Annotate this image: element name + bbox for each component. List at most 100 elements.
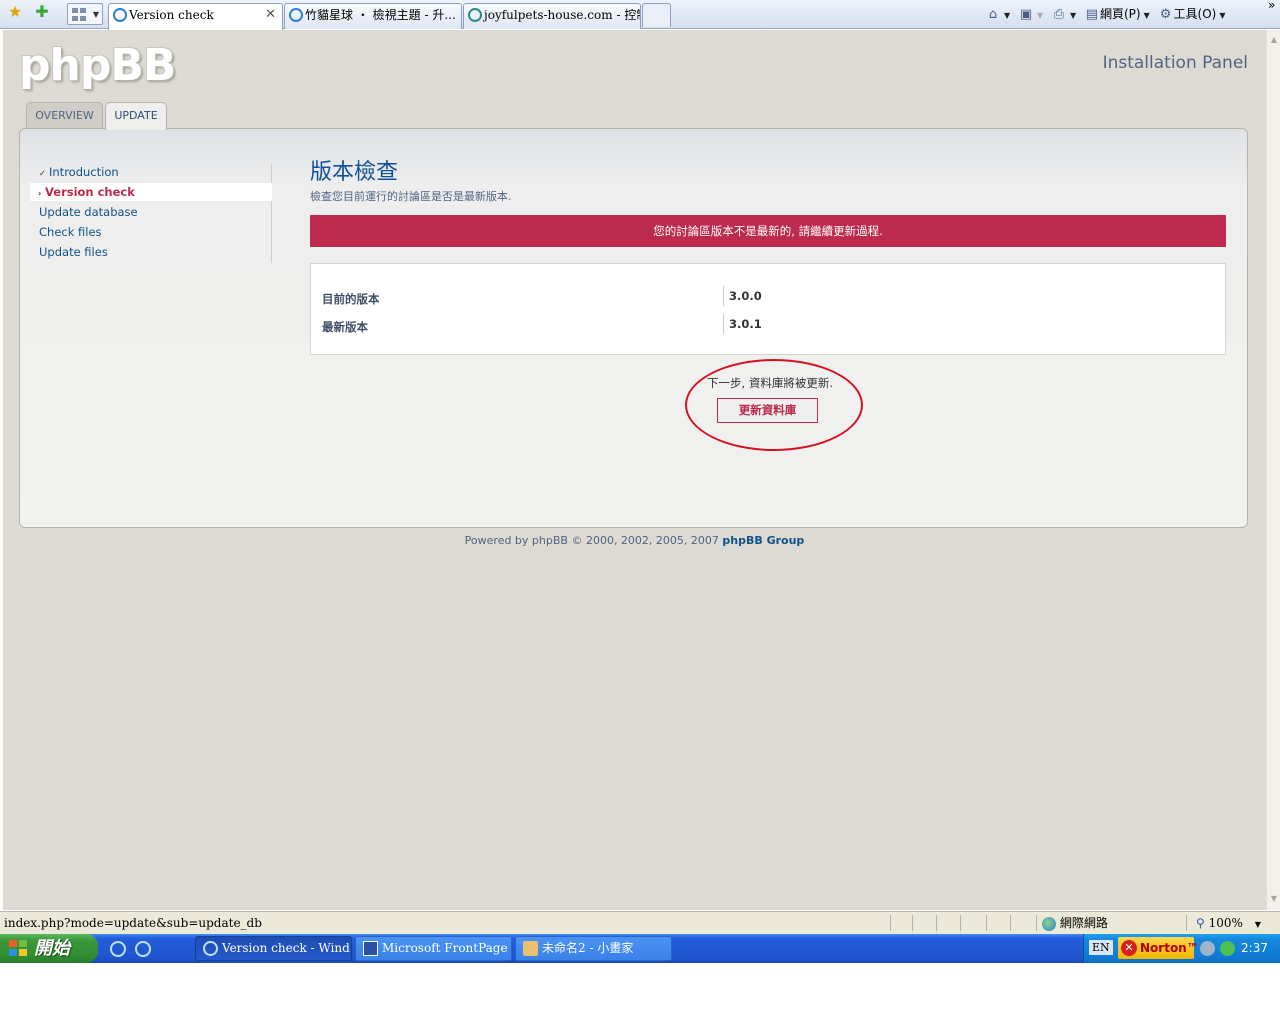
overflow-chevron-icon[interactable]: » <box>1268 0 1275 12</box>
quick-tabs-icon <box>72 8 86 21</box>
menu-item-update-files[interactable]: Update files <box>30 243 272 261</box>
menu-item-introduction[interactable]: ✓ Introduction <box>30 163 272 181</box>
status-divider <box>890 915 891 931</box>
quick-tabs-button[interactable]: ▼ <box>67 3 103 25</box>
paint-icon <box>523 941 538 956</box>
tab-update[interactable]: UPDATE <box>105 102 167 130</box>
chevron-down-icon[interactable]: ▼ <box>93 10 99 19</box>
chevron-down-icon[interactable]: ▼ <box>1219 11 1225 20</box>
step-menu: ✓ Introduction › Version check Update data… <box>30 163 272 263</box>
home-icon[interactable]: ⌂ <box>985 7 1001 23</box>
ie-page-icon <box>289 8 303 22</box>
status-divider <box>1186 915 1187 931</box>
row-latest-version: 最新版本 3.0.1 <box>311 314 1227 336</box>
frontpage-icon <box>363 941 378 956</box>
blank-area <box>0 963 1280 1024</box>
quicklaunch-ie-icon[interactable] <box>135 941 151 957</box>
browser-tab-label: Version check <box>129 8 214 22</box>
vertical-scrollbar[interactable]: ▲ ▼ <box>1266 30 1280 910</box>
status-divider <box>912 915 913 931</box>
annotation-ellipse <box>685 359 863 451</box>
menu-item-update-database[interactable]: Update database <box>30 203 272 221</box>
browser-tab-forum[interactable]: 竹貓星球 ‧ 檢視主題 - 升... <box>284 3 462 29</box>
quicklaunch-desktop-icon[interactable] <box>110 941 126 957</box>
ie-page-icon <box>113 8 127 22</box>
status-url: index.php?mode=update&sub=update_db <box>4 916 262 930</box>
norton-alert[interactable]: ✕ Norton™ <box>1118 937 1199 959</box>
latest-version-value: 3.0.1 <box>723 314 762 334</box>
current-version-value: 3.0.0 <box>723 286 762 306</box>
task-version-check[interactable]: Version check - Wind... <box>195 936 352 961</box>
current-version-label: 目前的版本 <box>322 292 380 306</box>
chevron-down-icon: ▼ <box>1036 11 1044 20</box>
footer-text: Powered by phpBB © 2000, 2002, 2005, 200… <box>464 534 719 547</box>
phpbb-logo: phpBB <box>19 40 176 91</box>
start-label: 開始 <box>34 938 70 959</box>
favorites-star-icon[interactable]: ★ <box>6 3 24 21</box>
browser-tab-joyfulpets[interactable]: joyfulpets-house.com - 控制... <box>463 3 641 29</box>
zoom-level: 100% <box>1208 916 1243 930</box>
footer: Powered by phpBB © 2000, 2002, 2005, 200… <box>3 534 1266 547</box>
zoom-control[interactable]: ⚲ 100% ▼ <box>1196 912 1261 936</box>
gear-icon[interactable]: ⚙ <box>1158 7 1174 23</box>
chevron-down-icon[interactable]: ▼ <box>1004 11 1010 20</box>
browser-tab-version-check[interactable]: Version check ✕ <box>108 3 283 30</box>
panel-title: Installation Panel <box>1102 53 1248 73</box>
ie-icon <box>203 941 218 956</box>
tray-update-icon[interactable] <box>1220 941 1235 956</box>
chevron-down-icon[interactable]: ▼ <box>1144 11 1150 20</box>
page-menu[interactable]: 網頁(P) <box>1100 7 1141 21</box>
scroll-down-icon[interactable]: ▼ <box>1267 892 1280 906</box>
browser-tab-bar: ★ ✚ ▼ Version check ✕ 竹貓星球 ‧ 檢視主題 - 升...… <box>0 0 1280 30</box>
clock: 2:37 <box>1241 941 1268 955</box>
page-description: 檢查您目前運行的討論區是否是最新版本. <box>310 190 512 203</box>
site-favicon-icon <box>468 8 482 22</box>
status-divider <box>936 915 937 931</box>
tab-overview[interactable]: OVERVIEW <box>26 102 103 129</box>
footer-link[interactable]: phpBB Group <box>722 534 804 547</box>
menu-item-version-check[interactable]: › Version check <box>30 183 272 201</box>
menu-item-check-files[interactable]: Check files <box>30 223 272 241</box>
main-content: 版本檢查 檢查您目前運行的討論區是否是最新版本. 您的討論區版本不是最新的, 請… <box>310 159 1226 451</box>
latest-version-label: 最新版本 <box>322 320 368 334</box>
security-zone: 網際網路 <box>1042 912 1108 934</box>
status-divider <box>960 915 961 931</box>
new-tab-button[interactable] <box>642 3 671 27</box>
checkmark-icon: ✓ <box>39 169 46 178</box>
close-tab-icon[interactable]: ✕ <box>265 4 276 26</box>
print-icon[interactable]: ⎙ <box>1051 7 1067 23</box>
install-panel: ✓ Introduction › Version check Update data… <box>19 128 1248 528</box>
system-tray: EN ✕ Norton™ 2:37 <box>1083 934 1280 963</box>
command-bar: ⌂ ▼ ▣ ▼ ⎙ ▼ ▤ 網頁(P) ▼ ⚙ 工具(O) ▼ <box>985 4 1230 24</box>
add-favorite-icon[interactable]: ✚ <box>33 3 51 21</box>
page-title: 版本檢查 <box>310 160 399 185</box>
zone-label: 網際網路 <box>1059 916 1108 930</box>
version-fieldset: 目前的版本 3.0.0 最新版本 3.0.1 <box>310 263 1226 355</box>
tools-menu[interactable]: 工具(O) <box>1174 7 1217 21</box>
task-paint[interactable]: 未命名2 - 小畫家 <box>515 936 672 961</box>
status-bar: index.php?mode=update&sub=update_db 網際網路… <box>0 911 1280 934</box>
browser-tab-label: joyfulpets-house.com - 控制... <box>484 8 640 22</box>
windows-logo-icon <box>9 940 27 957</box>
arrow-right-icon: › <box>38 189 42 198</box>
start-button[interactable]: 開始 <box>0 934 98 963</box>
windows-taskbar: 開始 Version check - Wind... Microsoft Fro… <box>0 934 1280 963</box>
browser-tab-label: 竹貓星球 ‧ 檢視主題 - 升... <box>305 8 456 22</box>
rss-feed-icon[interactable]: ▣ <box>1018 7 1034 23</box>
tray-arrow-icon[interactable] <box>1200 941 1215 956</box>
row-current-version: 目前的版本 3.0.0 <box>311 286 1227 308</box>
status-divider <box>986 915 987 931</box>
version-error-message: 您的討論區版本不是最新的, 請繼續更新過程. <box>310 215 1226 247</box>
globe-icon <box>1042 916 1056 931</box>
language-indicator[interactable]: EN <box>1089 940 1113 955</box>
page-icon[interactable]: ▤ <box>1084 7 1100 23</box>
page-viewport: phpBB Installation Panel OVERVIEW UPDATE… <box>3 30 1266 910</box>
chevron-down-icon[interactable]: ▼ <box>1255 920 1261 929</box>
scroll-up-icon[interactable]: ▲ <box>1267 33 1280 47</box>
zoom-icon: ⚲ <box>1196 916 1205 930</box>
task-frontpage[interactable]: Microsoft FrontPage - ... <box>355 936 512 961</box>
chevron-down-icon[interactable]: ▼ <box>1070 11 1076 20</box>
close-icon: ✕ <box>1121 940 1137 956</box>
status-divider <box>1010 915 1011 931</box>
status-divider <box>1036 915 1037 931</box>
